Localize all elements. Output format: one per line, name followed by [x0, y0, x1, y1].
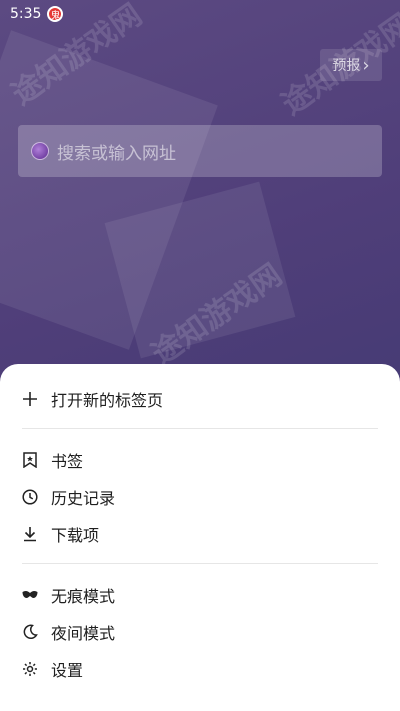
- menu-item-history[interactable]: 历史记录: [0, 478, 400, 515]
- moon-icon: [22, 624, 38, 640]
- menu-label: 打开新的标签页: [51, 390, 164, 410]
- forecast-button[interactable]: 预报 ›: [320, 49, 382, 81]
- search-placeholder: 搜索或输入网址: [57, 143, 176, 164]
- menu-label: 无痕模式: [51, 586, 116, 606]
- menu-item-downloads[interactable]: 下载项: [0, 515, 400, 552]
- browser-logo-icon: [31, 142, 49, 160]
- divider: [22, 563, 378, 564]
- bookmark-icon: [22, 451, 38, 468]
- search-input[interactable]: 搜索或输入网址: [18, 125, 382, 177]
- menu-item-settings[interactable]: 设置: [0, 650, 400, 687]
- status-time: 5:35: [10, 6, 42, 22]
- menu-label: 下载项: [51, 525, 100, 545]
- menu-label: 夜间模式: [51, 623, 116, 643]
- gear-icon: [22, 661, 38, 677]
- status-bar: 5:35 鬼: [0, 0, 400, 28]
- menu-sheet: 打开新的标签页 书签 历史记录 下载项 无痕模式 夜间模式 设置: [0, 364, 400, 711]
- menu-item-incognito[interactable]: 无痕模式: [0, 576, 400, 613]
- menu-label: 设置: [51, 660, 84, 680]
- menu-item-night-mode[interactable]: 夜间模式: [0, 613, 400, 650]
- notification-badge-icon: 鬼: [47, 6, 64, 22]
- menu-item-new-tab[interactable]: 打开新的标签页: [0, 380, 400, 417]
- clock-icon: [22, 488, 38, 505]
- chevron-right-icon: ›: [362, 54, 370, 76]
- download-icon: [22, 526, 38, 542]
- incognito-mask-icon: [22, 587, 38, 603]
- divider: [22, 428, 378, 429]
- forecast-label: 预报: [332, 58, 361, 74]
- menu-label: 书签: [51, 451, 84, 471]
- menu-item-bookmarks[interactable]: 书签: [0, 441, 400, 478]
- menu-label: 历史记录: [51, 488, 116, 508]
- plus-icon: [22, 391, 38, 407]
